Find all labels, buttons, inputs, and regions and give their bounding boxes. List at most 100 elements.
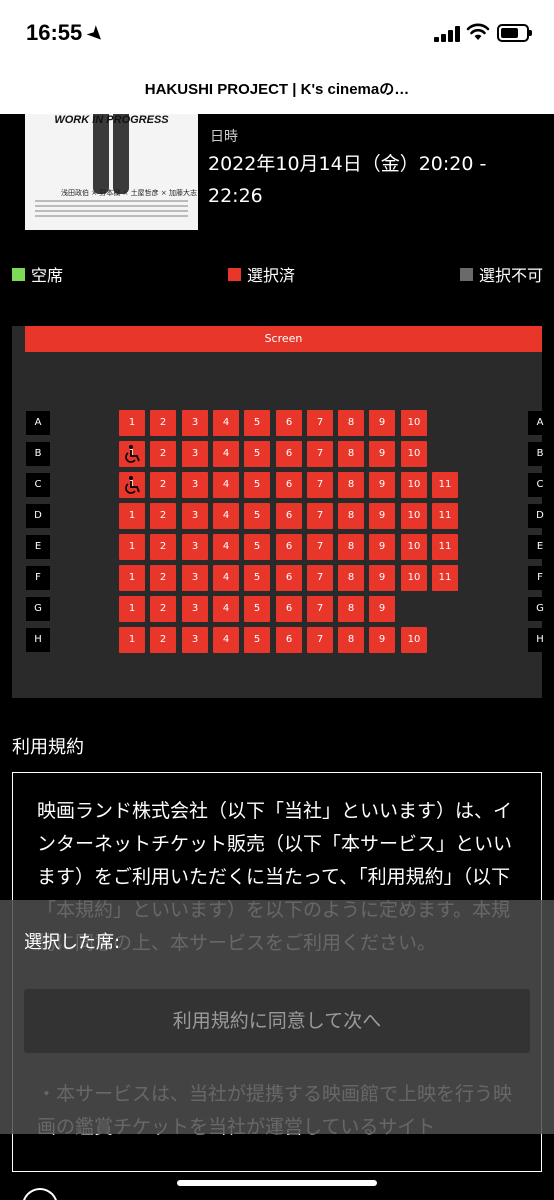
- seat-g-7[interactable]: 7: [307, 596, 333, 622]
- poster-credits: 浅田政伯 × 野本欄 × 土屋哲彦 × 加藤大志: [61, 189, 197, 197]
- seat-c-8[interactable]: 8: [338, 472, 364, 498]
- datetime-value: 2022年10月14日（金）20:20 - 22:26: [208, 153, 487, 207]
- seat-d-2[interactable]: 2: [150, 503, 176, 529]
- seat-d-1[interactable]: 1: [119, 503, 145, 529]
- seat-g-4[interactable]: 4: [213, 596, 239, 622]
- seat-e-8[interactable]: 8: [338, 534, 364, 560]
- seat-b-2[interactable]: 2: [150, 441, 176, 467]
- seat-a-3[interactable]: 3: [182, 410, 208, 436]
- seat-d-8[interactable]: 8: [338, 503, 364, 529]
- seat-f-5[interactable]: 5: [244, 565, 270, 591]
- seat-c-3[interactable]: 3: [182, 472, 208, 498]
- seat-d-9[interactable]: 9: [369, 503, 395, 529]
- seat-a-1[interactable]: 1: [119, 410, 145, 436]
- seat-c-4[interactable]: 4: [213, 472, 239, 498]
- seat-a-5[interactable]: 5: [244, 410, 270, 436]
- seat-b-10[interactable]: 10: [401, 441, 427, 467]
- seat-b-6[interactable]: 6: [276, 441, 302, 467]
- seat-e-5[interactable]: 5: [244, 534, 270, 560]
- seat-c-11[interactable]: 11: [432, 472, 458, 498]
- seat-a-4[interactable]: 4: [213, 410, 239, 436]
- seat-a-7[interactable]: 7: [307, 410, 333, 436]
- seat-e-11[interactable]: 11: [432, 534, 458, 560]
- seat-g-2[interactable]: 2: [150, 596, 176, 622]
- seat-d-10[interactable]: 10: [401, 503, 427, 529]
- legend-selected-swatch: [228, 267, 241, 281]
- seat-e-3[interactable]: 3: [182, 534, 208, 560]
- seat-a-8[interactable]: 8: [338, 410, 364, 436]
- seat-a-10[interactable]: 10: [401, 410, 427, 436]
- seat-d-7[interactable]: 7: [307, 503, 333, 529]
- seat-g-9[interactable]: 9: [369, 596, 395, 622]
- seat-e-4[interactable]: 4: [213, 534, 239, 560]
- seat-e-2[interactable]: 2: [150, 534, 176, 560]
- seat-e-7[interactable]: 7: [307, 534, 333, 560]
- seat-f-10[interactable]: 10: [401, 565, 427, 591]
- seat-h-10[interactable]: 10: [401, 627, 427, 653]
- seat-c-5[interactable]: 5: [244, 472, 270, 498]
- seat-c-10[interactable]: 10: [401, 472, 427, 498]
- seat-f-2[interactable]: 2: [150, 565, 176, 591]
- seat-f-4[interactable]: 4: [213, 565, 239, 591]
- seat-b-5[interactable]: 5: [244, 441, 270, 467]
- cellular-signal-icon: [434, 26, 460, 42]
- location-arrow-icon: ➤: [83, 21, 109, 47]
- seat-d-4[interactable]: 4: [213, 503, 239, 529]
- seat-d-6[interactable]: 6: [276, 503, 302, 529]
- seat-h-4[interactable]: 4: [213, 627, 239, 653]
- poster-figure: [89, 114, 133, 198]
- seat-f-7[interactable]: 7: [307, 565, 333, 591]
- seat-d-5[interactable]: 5: [244, 503, 270, 529]
- seat-h-7[interactable]: 7: [307, 627, 333, 653]
- seat-c-9[interactable]: 9: [369, 472, 395, 498]
- seat-f-8[interactable]: 8: [338, 565, 364, 591]
- seat-g-1[interactable]: 1: [119, 596, 145, 622]
- agree-and-next-button[interactable]: 利用規約に同意して次へ: [24, 989, 530, 1053]
- seat-h-8[interactable]: 8: [338, 627, 364, 653]
- seat-c-2[interactable]: 2: [150, 472, 176, 498]
- seat-e-10[interactable]: 10: [401, 534, 427, 560]
- seat-h-9[interactable]: 9: [369, 627, 395, 653]
- seat-b-3[interactable]: 3: [182, 441, 208, 467]
- seat-d-3[interactable]: 3: [182, 503, 208, 529]
- seat-map: Screen A A 1 2 3 4 5 6 7 8 9 10 B B 1 2 3 4 5 6 7 8 9 10 C C 1 2 3 4 5…: [12, 326, 552, 698]
- seat-h-6[interactable]: 6: [276, 627, 302, 653]
- seat-b-7[interactable]: 7: [307, 441, 333, 467]
- seat-c-7[interactable]: 7: [307, 472, 333, 498]
- seat-f-6[interactable]: 6: [276, 565, 302, 591]
- seat-h-1[interactable]: 1: [119, 627, 145, 653]
- seat-e-1[interactable]: 1: [119, 534, 145, 560]
- seat-a-6[interactable]: 6: [276, 410, 302, 436]
- row-label-right-g: G: [528, 597, 552, 621]
- seat-c-1[interactable]: 1: [119, 472, 145, 498]
- seat-h-2[interactable]: 2: [150, 627, 176, 653]
- home-indicator[interactable]: [177, 1180, 377, 1186]
- seat-c-6[interactable]: 6: [276, 472, 302, 498]
- seat-e-9[interactable]: 9: [369, 534, 395, 560]
- seat-f-9[interactable]: 9: [369, 565, 395, 591]
- status-bar: 16:55➤: [0, 0, 554, 68]
- browser-title-bar[interactable]: HAKUSHI PROJECT | K's cinemaの…: [0, 68, 554, 114]
- row-label-right-e: E: [528, 535, 552, 559]
- seat-a-9[interactable]: 9: [369, 410, 395, 436]
- seat-b-1[interactable]: 1: [119, 441, 145, 467]
- seat-g-6[interactable]: 6: [276, 596, 302, 622]
- seat-g-8[interactable]: 8: [338, 596, 364, 622]
- wifi-icon: [466, 23, 490, 40]
- seat-b-4[interactable]: 4: [213, 441, 239, 467]
- seat-h-3[interactable]: 3: [182, 627, 208, 653]
- seat-f-1[interactable]: 1: [119, 565, 145, 591]
- seat-a-2[interactable]: 2: [150, 410, 176, 436]
- seat-f-3[interactable]: 3: [182, 565, 208, 591]
- seat-d-11[interactable]: 11: [432, 503, 458, 529]
- seat-g-3[interactable]: 3: [182, 596, 208, 622]
- selected-seats-label: 選択した席:: [24, 932, 121, 953]
- wheelchair-icon: [125, 476, 140, 494]
- row-label-left-e: E: [26, 535, 50, 559]
- seat-b-9[interactable]: 9: [369, 441, 395, 467]
- seat-g-5[interactable]: 5: [244, 596, 270, 622]
- seat-e-6[interactable]: 6: [276, 534, 302, 560]
- seat-f-11[interactable]: 11: [432, 565, 458, 591]
- seat-h-5[interactable]: 5: [244, 627, 270, 653]
- seat-b-8[interactable]: 8: [338, 441, 364, 467]
